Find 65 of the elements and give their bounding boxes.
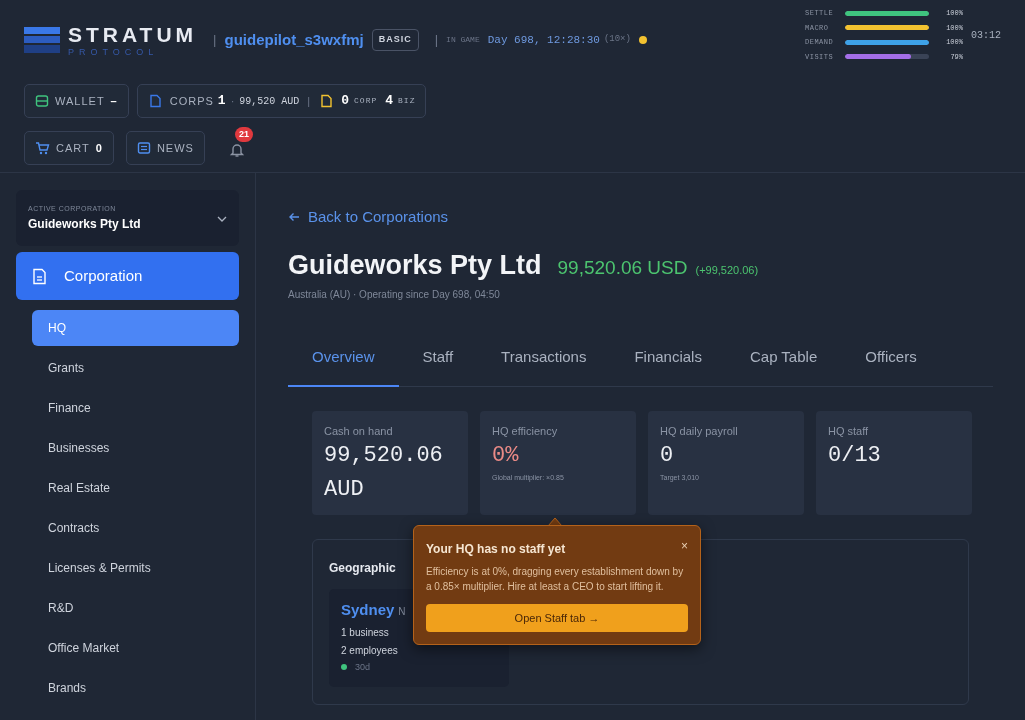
- stat-label: HQ staff: [828, 423, 870, 439]
- popover-text: Efficiency is at 0%, dragging every establishment down by a 0.85× multiplier. Hire at least a CEO to start lifting it.: [426, 565, 685, 594]
- stat-label: HQ daily payroll: [660, 423, 739, 439]
- city-name[interactable]: Sydney: [341, 599, 395, 622]
- section-title: Geographic: [329, 559, 396, 577]
- stat-value: 0: [660, 442, 675, 470]
- open-staff-button[interactable]: Open Staff tab →: [426, 604, 688, 632]
- bell-icon[interactable]: [228, 141, 245, 158]
- document-icon: [147, 94, 162, 108]
- sidebar-item[interactable]: Licenses & Permits: [32, 550, 239, 586]
- sidebar-section[interactable]: Corporation: [16, 252, 239, 300]
- arrow-left-icon: [288, 212, 300, 223]
- chevron-down-icon: [217, 215, 227, 222]
- sidebar-item[interactable]: Brands: [32, 670, 239, 706]
- stat-value: 0/13: [828, 442, 882, 470]
- wallet-icon: [35, 94, 49, 108]
- game-time: Day 698, 12:28:30: [487, 32, 600, 48]
- tab[interactable]: Staff: [398, 338, 478, 387]
- corps-button[interactable]: CORPS 1 · 99,520 AUD | 0 CORP 4 BIZ: [136, 84, 427, 118]
- corporation-title: Guideworks Pty Ltd: [288, 248, 542, 282]
- balance-change: (+99,520.06): [695, 262, 759, 278]
- sidebar-item[interactable]: Real Estate: [32, 470, 239, 506]
- news-button[interactable]: NEWS: [125, 131, 205, 165]
- separator: |: [434, 31, 439, 50]
- close-button[interactable]: ×: [681, 534, 688, 558]
- tab[interactable]: Cap Table: [725, 338, 842, 387]
- city-detail: 1 business: [341, 625, 390, 640]
- selector-value: Guideworks Pty Ltd: [28, 215, 142, 233]
- popover-title: Your HQ has no staff yet: [426, 541, 566, 558]
- cart-button[interactable]: CART 0: [24, 131, 114, 165]
- username[interactable]: guidepilot_s3wxfmj: [224, 28, 364, 52]
- clock-time: 03:12: [971, 28, 1001, 43]
- city-detail: 2 employees: [341, 643, 399, 658]
- speed-label: (10×): [603, 33, 631, 47]
- cart-icon: [35, 141, 50, 155]
- balance-amount: 99,520.06 USD: [557, 255, 688, 280]
- plan-label: BASIC: [371, 29, 419, 51]
- tab[interactable]: Overview: [288, 338, 399, 387]
- newspaper-icon: [136, 141, 151, 155]
- sidebar-item[interactable]: Grants: [32, 350, 239, 386]
- sidebar-item[interactable]: R&D: [32, 590, 239, 626]
- logo-text: STRATUM: [68, 23, 198, 45]
- stat-label: Cash on hand: [324, 423, 394, 439]
- sidebar-item[interactable]: Contracts: [32, 510, 239, 546]
- wallet-button[interactable]: WALLET –: [24, 84, 129, 118]
- corporation-subtitle: Australia (AU) · Operating since Day 698, 04:50: [288, 288, 501, 302]
- stat-value: 0%: [492, 442, 520, 470]
- tab[interactable]: Transactions: [477, 338, 611, 387]
- logo-tagline: PROTOCOL: [68, 47, 160, 57]
- sidebar-item[interactable]: Businesses: [32, 430, 239, 466]
- sidebar-item[interactable]: Finance: [32, 390, 239, 426]
- notification-badge: 21: [234, 127, 253, 142]
- back-link[interactable]: Back to Corporations: [288, 206, 449, 229]
- separator: |: [213, 31, 217, 50]
- stat-value: 99,520.06 AUD: [324, 442, 444, 505]
- game-label: IN GAME: [446, 34, 480, 46]
- city-tag: N: [398, 604, 406, 619]
- document-icon: [319, 94, 334, 108]
- logo-icon: [24, 27, 60, 53]
- city-age: 30d: [355, 660, 371, 674]
- stat-label: HQ efficiency: [492, 423, 559, 439]
- document-icon: [32, 267, 48, 285]
- tab[interactable]: Officers: [841, 338, 941, 387]
- tab[interactable]: Financials: [610, 338, 726, 387]
- sidebar-item[interactable]: Office Market: [32, 630, 239, 666]
